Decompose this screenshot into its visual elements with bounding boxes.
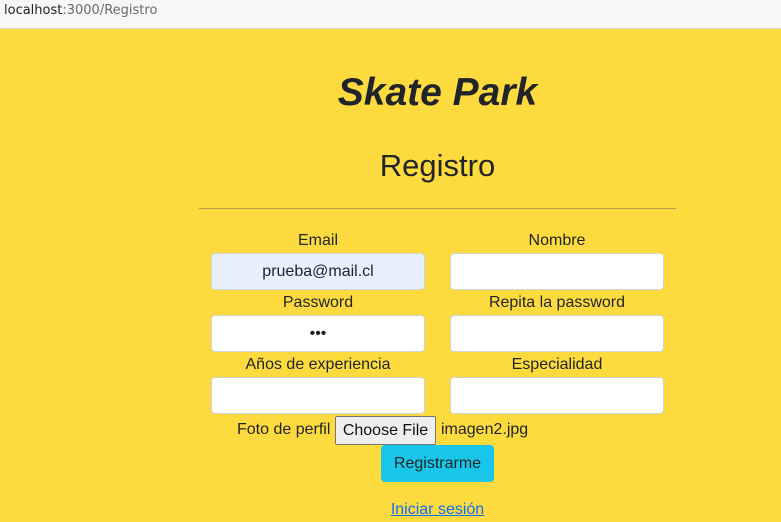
foto-label: Foto de perfil	[237, 421, 331, 438]
nombre-field[interactable]	[450, 253, 664, 290]
selected-file-name: imagen2.jpg	[441, 421, 529, 438]
divider	[199, 208, 676, 209]
browser-address-bar[interactable]: localhost:3000/Registro	[0, 0, 781, 29]
password-field[interactable]	[211, 315, 425, 352]
email-label: Email	[297, 232, 338, 249]
url-host: localhost	[4, 3, 63, 18]
experiencia-label: Años de experiencia	[245, 356, 391, 373]
repeat-password-label: Repita la password	[488, 294, 626, 311]
email-field[interactable]	[211, 253, 425, 290]
especialidad-field[interactable]	[450, 377, 664, 414]
nombre-label: Nombre	[528, 232, 586, 249]
repeat-password-field[interactable]	[450, 315, 664, 352]
register-button[interactable]: Registrarme	[381, 445, 494, 482]
url-path: :3000/Registro	[62, 3, 158, 18]
page-subtitle: Registro	[379, 148, 496, 183]
especialidad-label: Especialidad	[511, 356, 603, 373]
login-link[interactable]: Iniciar sesión	[0, 501, 781, 519]
experiencia-field[interactable]	[211, 377, 425, 414]
choose-file-button[interactable]: Choose File	[335, 416, 436, 445]
page-title: Skate Park	[337, 71, 538, 114]
address-url[interactable]: localhost:3000/Registro	[4, 3, 157, 18]
password-label: Password	[282, 294, 354, 311]
